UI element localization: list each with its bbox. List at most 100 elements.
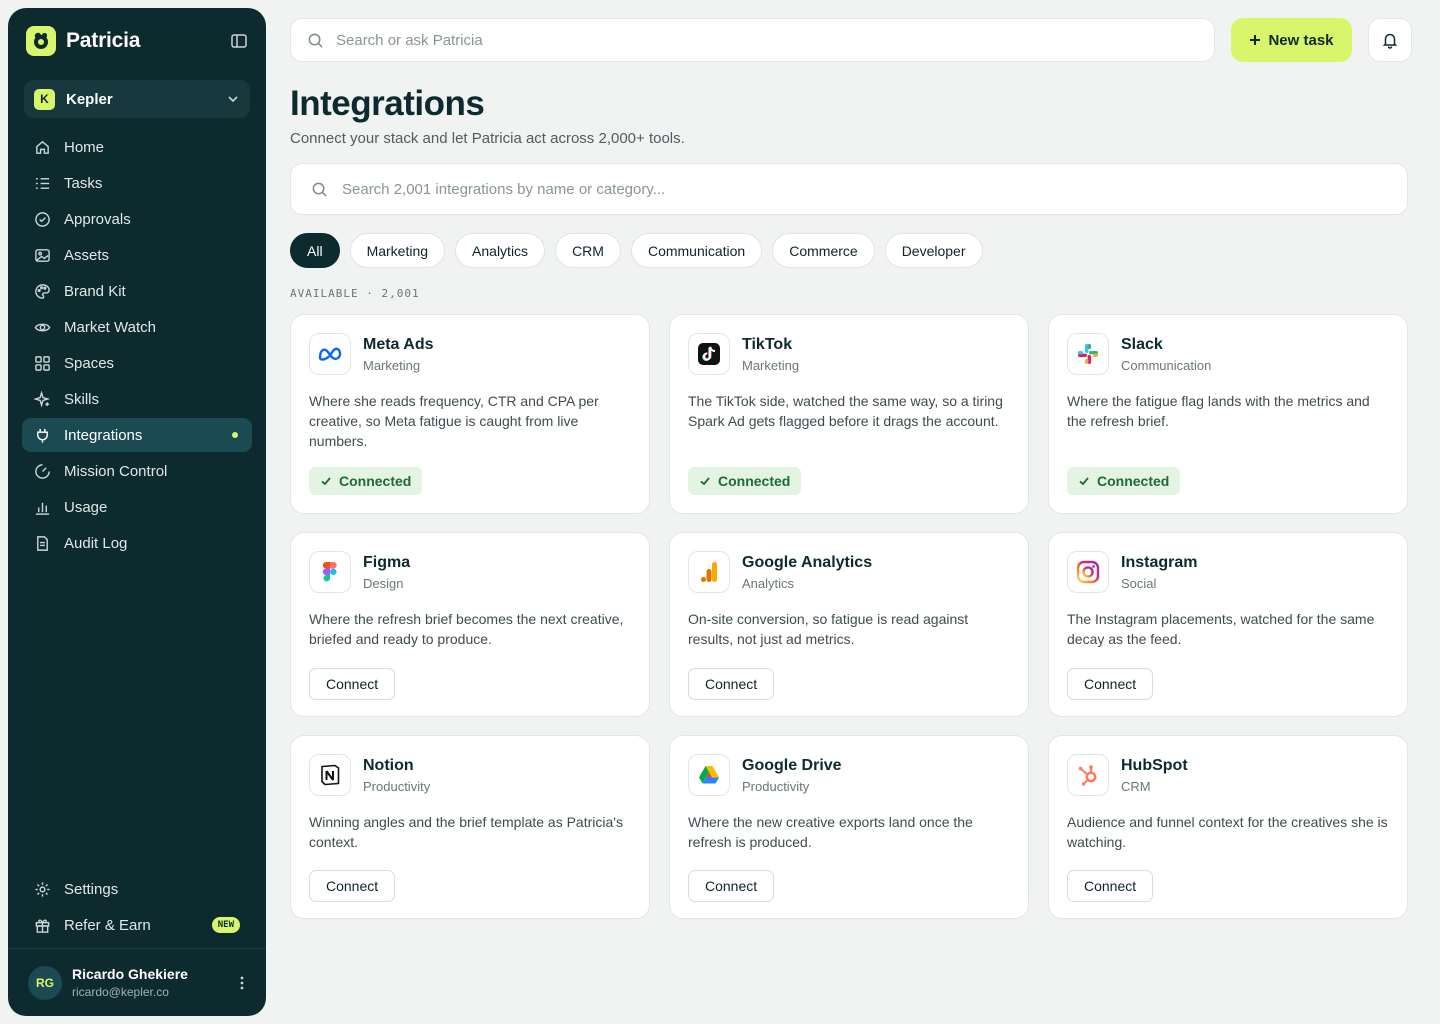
sidebar-item-assets[interactable]: Assets: [22, 238, 252, 272]
sidebar: Patricia K Kepler Home Tasks Approvals A…: [8, 8, 266, 1016]
connect-button-figma[interactable]: Connect: [309, 668, 396, 700]
filter-chip-commerce[interactable]: Commerce: [772, 233, 875, 268]
integration-category: Design: [363, 575, 404, 591]
connect-button-hubspot[interactable]: Connect: [1067, 870, 1154, 902]
connected-label: Connected: [1097, 473, 1170, 489]
palette-icon: [35, 283, 50, 299]
integrations-search-input[interactable]: [342, 180, 1387, 198]
page-title: Integrations: [290, 84, 485, 123]
google-analytics-icon: [688, 551, 730, 593]
sidebar-item-label: Home: [64, 138, 105, 156]
gear-icon: [35, 881, 50, 897]
category-filters: All Marketing Analytics CRM Communicatio…: [290, 233, 983, 268]
integration-card-tiktok: TikTok Marketing The TikTok side, watche…: [669, 314, 1029, 514]
connected-badge: Connected: [688, 467, 802, 495]
sidebar-item-spaces[interactable]: Spaces: [22, 346, 252, 380]
integration-name: Slack: [1121, 335, 1163, 353]
user-info: Ricardo Ghekiere ricardo@kepler.co: [72, 966, 234, 999]
new-task-button[interactable]: New task: [1231, 18, 1352, 62]
sidebar-item-refer-earn[interactable]: Refer & Earn NEW: [22, 908, 252, 942]
sidebar-item-settings[interactable]: Settings: [22, 872, 252, 906]
home-icon: [36, 140, 49, 154]
patricia-logo-icon: [26, 26, 56, 56]
notifications-button[interactable]: [1368, 18, 1412, 62]
sidebar-item-skills[interactable]: Skills: [22, 382, 252, 416]
meta-icon: [309, 333, 351, 375]
integration-category: Marketing: [742, 357, 800, 373]
connect-button-instagram[interactable]: Connect: [1067, 668, 1154, 700]
user-profile[interactable]: RG Ricardo Ghekiere ricardo@kepler.co: [8, 948, 266, 1016]
check-icon: [700, 477, 710, 486]
connect-button-google-analytics[interactable]: Connect: [688, 668, 775, 700]
sidebar-item-tasks[interactable]: Tasks: [22, 166, 252, 200]
integration-category: Analytics: [742, 575, 795, 591]
chevron-down-icon: [228, 96, 238, 103]
connected-label: Connected: [718, 473, 791, 489]
workspace-switcher[interactable]: K Kepler: [24, 80, 250, 118]
sidebar-item-label: Integrations: [64, 426, 143, 444]
sidebar-item-mission-control[interactable]: Mission Control: [22, 454, 252, 488]
brand[interactable]: Patricia: [26, 26, 140, 56]
integration-category: Productivity: [742, 778, 810, 794]
sidebar-item-label: Tasks: [64, 174, 103, 192]
integration-name: Notion: [363, 756, 414, 774]
sidebar-item-label: Mission Control: [64, 462, 168, 480]
connected-badge: Connected: [309, 467, 423, 495]
workspace-name: Kepler: [66, 90, 113, 108]
sidebar-item-usage[interactable]: Usage: [22, 490, 252, 524]
user-email: ricardo@kepler.co: [72, 985, 169, 999]
sidebar-item-home[interactable]: Home: [22, 130, 252, 164]
filter-chip-developer[interactable]: Developer: [884, 233, 983, 268]
integration-name: Google Analytics: [742, 553, 873, 571]
sidebar-item-audit-log[interactable]: Audit Log: [22, 526, 252, 560]
list-icon: [35, 177, 50, 189]
sidebar-item-label: Assets: [64, 246, 110, 264]
integration-category: Productivity: [363, 778, 431, 794]
bell-icon: [1382, 33, 1398, 49]
sidebar-item-brand-kit[interactable]: Brand Kit: [22, 274, 252, 308]
bar-chart-icon: [35, 502, 50, 515]
secondary-nav: Settings Refer & Earn NEW: [22, 872, 252, 944]
image-icon: [35, 248, 50, 262]
sidebar-item-market-watch[interactable]: Market Watch: [22, 310, 252, 344]
filter-chip-crm[interactable]: CRM: [555, 233, 621, 268]
integration-card-notion: Notion Productivity Winning angles and t…: [290, 735, 650, 919]
global-search[interactable]: [290, 18, 1215, 62]
integration-description: Winning angles and the brief template as…: [309, 814, 623, 850]
integration-name: Instagram: [1121, 553, 1198, 571]
integration-description: The Instagram placements, watched for th…: [1067, 611, 1375, 647]
integration-description: Where the refresh brief becomes the next…: [309, 611, 624, 647]
global-search-input[interactable]: [336, 31, 1198, 49]
document-icon: [37, 535, 48, 551]
sidebar-item-label: Skills: [64, 390, 100, 408]
active-indicator: [232, 432, 238, 438]
main-nav: Home Tasks Approvals Assets Brand Kit Ma…: [22, 130, 252, 562]
connect-button-notion[interactable]: Connect: [309, 870, 396, 902]
grid-icon: [35, 355, 50, 371]
sidebar-toggle-icon[interactable]: [230, 32, 248, 50]
search-icon: [308, 33, 323, 48]
gauge-icon: [35, 463, 50, 479]
search-icon: [312, 182, 327, 197]
instagram-icon: [1067, 551, 1109, 593]
brand-name: Patricia: [66, 29, 141, 52]
filter-chip-analytics[interactable]: Analytics: [455, 233, 546, 268]
integrations-search[interactable]: [290, 163, 1408, 215]
connected-badge: Connected: [1067, 467, 1181, 495]
more-vertical-icon[interactable]: [234, 975, 250, 991]
sidebar-item-integrations[interactable]: Integrations: [22, 418, 252, 452]
gift-icon: [35, 918, 50, 933]
figma-icon: [309, 551, 351, 593]
filter-chip-communication[interactable]: Communication: [630, 233, 763, 268]
integration-description: The TikTok side, watched the same way, s…: [688, 393, 1003, 429]
sidebar-item-label: Audit Log: [64, 534, 128, 552]
connect-button-google-drive[interactable]: Connect: [688, 870, 775, 902]
integration-card-meta-ads: Meta Ads Marketing Where she reads frequ…: [290, 314, 650, 514]
filter-chip-all[interactable]: All: [290, 233, 340, 268]
filter-chip-marketing[interactable]: Marketing: [349, 233, 446, 268]
integration-category: Marketing: [363, 357, 421, 373]
sidebar-item-approvals[interactable]: Approvals: [22, 202, 252, 236]
plus-icon: [1250, 35, 1261, 45]
integration-description: Where the fatigue flag lands with the me…: [1067, 393, 1370, 429]
check-icon: [321, 477, 331, 486]
